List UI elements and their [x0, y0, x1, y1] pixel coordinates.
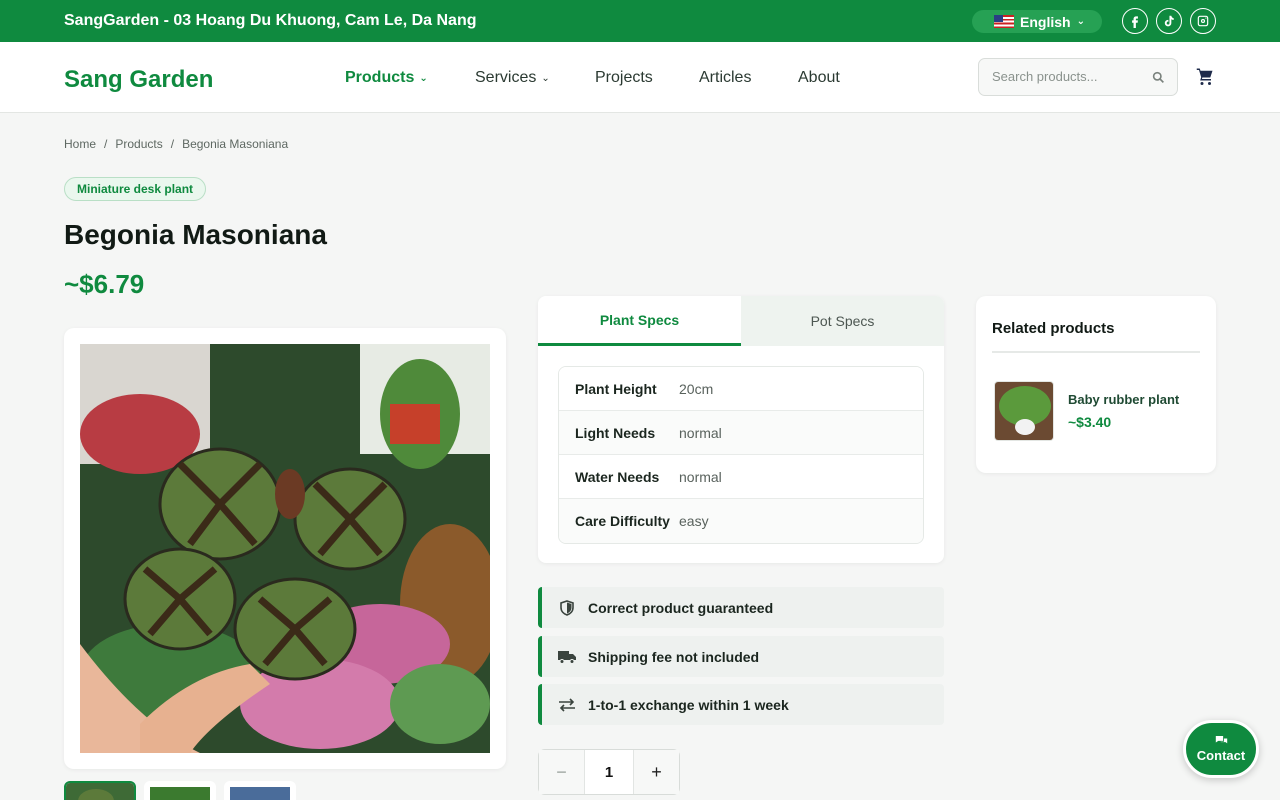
shield-icon — [560, 599, 574, 616]
spec-row: Plant Height 20cm — [559, 367, 923, 411]
quantity-increase-button[interactable]: + — [633, 750, 679, 794]
nav-projects[interactable]: Projects — [595, 69, 653, 87]
truck-icon — [558, 650, 576, 664]
nav-products-label: Products — [345, 69, 415, 86]
chevron-down-icon: ⌄ — [541, 72, 550, 84]
search-input[interactable] — [992, 69, 1142, 84]
related-product-price: ~$3.40 — [1068, 414, 1112, 430]
nav-about[interactable]: About — [798, 69, 840, 87]
product-price: ~$6.79 — [64, 269, 145, 299]
top-bar: SangGarden - 03 Hoang Du Khuong, Cam Le,… — [0, 0, 1280, 42]
spec-row: Light Needs normal — [559, 411, 923, 455]
nav-services[interactable]: Services ⌄ — [475, 69, 550, 87]
related-products-card: Related products Baby rubber plant ~$3.4… — [976, 296, 1216, 473]
spec-value: normal — [679, 424, 722, 441]
chevron-down-icon: ⌄ — [1076, 16, 1085, 27]
guarantee-text: Shipping fee not included — [588, 648, 760, 665]
breadcrumb-separator: / — [104, 137, 108, 151]
store-address: SangGarden - 03 Hoang Du Khuong, Cam Le,… — [64, 12, 477, 29]
spec-row: Water Needs normal — [559, 455, 923, 499]
cart-icon[interactable] — [1196, 67, 1214, 85]
nav-articles[interactable]: Articles — [699, 69, 751, 87]
breadcrumb-products[interactable]: Products — [115, 137, 162, 151]
product-thumbnail[interactable] — [224, 781, 296, 800]
site-logo[interactable]: Sang Garden — [64, 66, 213, 94]
spec-value: normal — [679, 468, 722, 485]
contact-label: Contact — [1196, 748, 1246, 763]
instagram-icon[interactable] — [1190, 8, 1216, 34]
contact-button[interactable]: Contact — [1183, 720, 1259, 778]
main-navbar: Sang Garden Products ⌄ Services ⌄ Projects… — [0, 42, 1280, 113]
product-thumbnail[interactable] — [64, 781, 136, 800]
quantity-stepper: − 1 + — [538, 749, 680, 795]
chevron-down-icon: ⌄ — [419, 72, 428, 84]
tab-pot-specs[interactable]: Pot Specs — [741, 296, 944, 346]
language-label: English — [1020, 13, 1071, 30]
category-badge[interactable]: Miniature desk plant — [64, 177, 207, 201]
spec-table: Plant Height 20cm Light Needs normal Wat… — [558, 366, 924, 544]
product-title: Begonia Masoniana — [64, 219, 327, 250]
related-products-title: Related products — [992, 320, 1115, 337]
exchange-icon — [559, 697, 575, 712]
guarantee-item: Shipping fee not included — [538, 636, 944, 677]
guarantee-text: 1-to-1 exchange within 1 week — [588, 696, 789, 713]
breadcrumb-home[interactable]: Home — [64, 137, 96, 151]
us-flag-icon — [994, 15, 1014, 28]
spec-label: Water Needs — [575, 468, 660, 485]
related-product-name[interactable]: Baby rubber plant — [1068, 392, 1179, 407]
search-box — [978, 58, 1178, 96]
guarantee-item: Correct product guaranteed — [538, 587, 944, 628]
product-main-image[interactable] — [80, 344, 490, 753]
facebook-icon[interactable] — [1122, 8, 1148, 34]
spec-label: Care Difficulty — [575, 513, 670, 529]
search-icon[interactable] — [1152, 71, 1165, 84]
breadcrumb-current: Begonia Masoniana — [182, 137, 289, 151]
spec-value: 20cm — [679, 380, 714, 397]
spec-label: Light Needs — [575, 424, 656, 441]
quantity-value[interactable]: 1 — [585, 750, 633, 794]
related-product-thumbnail[interactable] — [994, 381, 1054, 441]
nav-products[interactable]: Products ⌄ — [345, 69, 428, 87]
specs-card: Plant Specs Pot Specs Plant Height 20cm … — [538, 296, 944, 563]
quantity-decrease-button[interactable]: − — [539, 750, 585, 794]
spec-value: easy — [679, 513, 709, 529]
nav-services-label: Services — [475, 69, 537, 86]
spec-row: Care Difficulty easy — [559, 499, 923, 543]
product-thumbnail[interactable] — [144, 781, 216, 800]
tiktok-icon[interactable] — [1156, 8, 1182, 34]
guarantee-item: 1-to-1 exchange within 1 week — [538, 684, 944, 725]
product-image-card — [64, 328, 506, 769]
chat-icon — [1215, 736, 1227, 744]
guarantee-text: Correct product guaranteed — [588, 599, 774, 616]
divider — [992, 351, 1200, 353]
spec-label: Plant Height — [575, 380, 657, 397]
breadcrumb-separator: / — [170, 137, 175, 151]
tab-plant-specs[interactable]: Plant Specs — [538, 296, 741, 346]
breadcrumb: Home / Products / Begonia Masoniana — [64, 137, 288, 151]
language-selector[interactable]: English ⌄ — [972, 10, 1102, 33]
